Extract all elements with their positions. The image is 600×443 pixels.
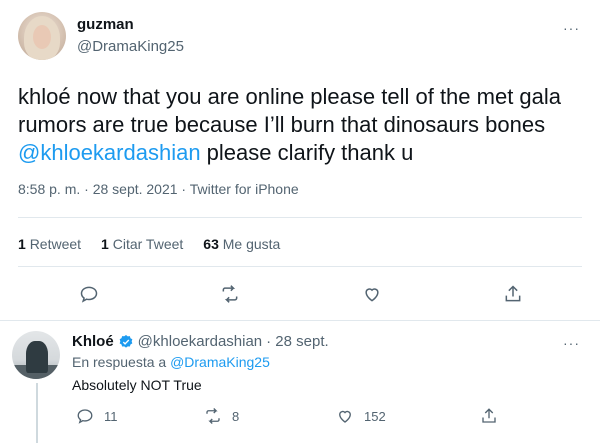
reply-tweet: Khloé @khloekardashian · 28 sept. ··· En… [0, 321, 600, 443]
reply-date[interactable]: · 28 sept. [266, 333, 329, 350]
retweet-count: 1 [18, 236, 26, 252]
retweet-label: Retweet [29, 236, 82, 252]
share-icon [482, 408, 496, 423]
replying-to-prefix: En respuesta a [72, 354, 171, 370]
tweet-mention-link[interactable]: @khloekardashian [18, 140, 201, 165]
divider [18, 266, 582, 267]
quote-stat[interactable]: 1 Citar Tweet [101, 236, 183, 252]
reply-icon[interactable] [77, 282, 101, 306]
reply-header: Khloé @khloekardashian · 28 sept. [72, 333, 329, 350]
like-stat[interactable]: 63 Me gusta [203, 236, 280, 252]
more-options-icon[interactable]: ··· [563, 335, 580, 351]
quote-label: Citar Tweet [112, 236, 184, 252]
main-tweet: guzman @DramaKing25 ··· khloé now that y… [0, 0, 600, 320]
reply-text: Absolutely NOT True [72, 377, 202, 393]
reply-retweet-button[interactable]: 8 [204, 407, 239, 425]
reply-like-button[interactable]: 152 [336, 407, 386, 425]
divider [18, 217, 582, 218]
reply-author-name[interactable]: Khloé [72, 333, 114, 350]
verified-badge-icon [119, 334, 133, 348]
retweet-count: 8 [232, 408, 240, 424]
replying-to-handle[interactable]: @DramaKing25 [170, 354, 270, 370]
tweet-action-bar [0, 282, 600, 306]
like-count: 152 [364, 408, 386, 424]
like-icon[interactable] [360, 282, 384, 306]
replying-to: En respuesta a @DramaKing25 [72, 354, 270, 370]
like-label: Me gusta [222, 236, 281, 252]
reply-icon [77, 409, 93, 424]
like-count: 63 [203, 236, 219, 252]
reply-author-handle[interactable]: @khloekardashian [138, 333, 262, 350]
reply-action-bar: 11 8 152 [72, 407, 592, 427]
reply-share-button[interactable] [480, 407, 498, 425]
author-handle[interactable]: @DramaKing25 [77, 38, 184, 55]
reply-count: 11 [104, 408, 118, 424]
author-avatar[interactable] [18, 12, 66, 60]
more-options-icon[interactable]: ··· [563, 20, 580, 36]
retweet-icon [206, 408, 220, 424]
share-icon[interactable] [501, 282, 525, 306]
retweet-stat[interactable]: 1 Retweet [18, 236, 81, 252]
retweet-icon[interactable] [218, 282, 242, 306]
reply-author-avatar[interactable] [12, 331, 60, 379]
tweet-text-part: khloé now that you are online please tel… [18, 84, 562, 137]
tweet-text-part: please clarify thank u [200, 140, 414, 165]
tweet-timestamp[interactable]: 8:58 p. m. · 28 sept. 2021 · Twitter for… [18, 181, 299, 197]
quote-count: 1 [101, 236, 109, 252]
tweet-text: khloé now that you are online please tel… [18, 83, 588, 167]
like-icon [339, 410, 351, 423]
tweet-stats: 1 Retweet 1 Citar Tweet 63 Me gusta [18, 236, 280, 252]
reply-reply-button[interactable]: 11 [76, 407, 118, 425]
author-name[interactable]: guzman [77, 16, 134, 33]
thread-line [36, 383, 38, 443]
